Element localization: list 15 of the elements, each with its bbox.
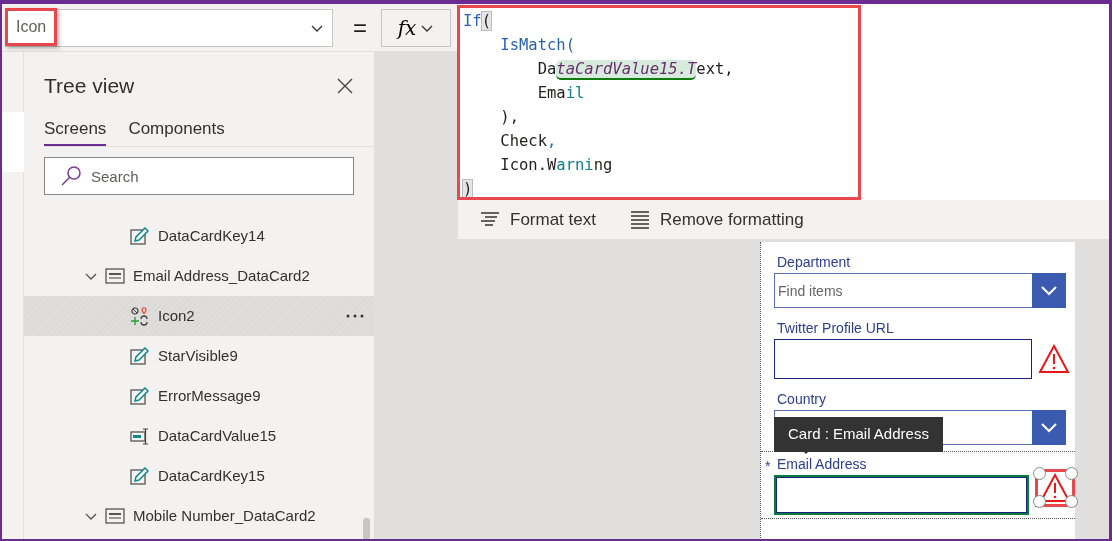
field-label: Twitter Profile URL	[777, 320, 895, 336]
code-line: Check,	[499, 131, 558, 152]
property-name: Icon	[5, 8, 58, 46]
field-label: Department	[777, 254, 852, 270]
code-line: IsMatch(	[499, 35, 576, 56]
code-line: If(	[463, 11, 493, 32]
code-line: ),	[499, 107, 520, 128]
field-label: Email Address	[777, 456, 868, 472]
tooltip: Card : Email Address	[774, 417, 943, 452]
required-asterisk: *	[765, 457, 771, 476]
code-line: Icon.Warning	[499, 155, 614, 176]
code-line: Email	[536, 83, 586, 104]
equals-sign: =	[353, 12, 367, 43]
panel-title: Tree view	[44, 73, 135, 99]
field-label: Country	[777, 391, 828, 407]
